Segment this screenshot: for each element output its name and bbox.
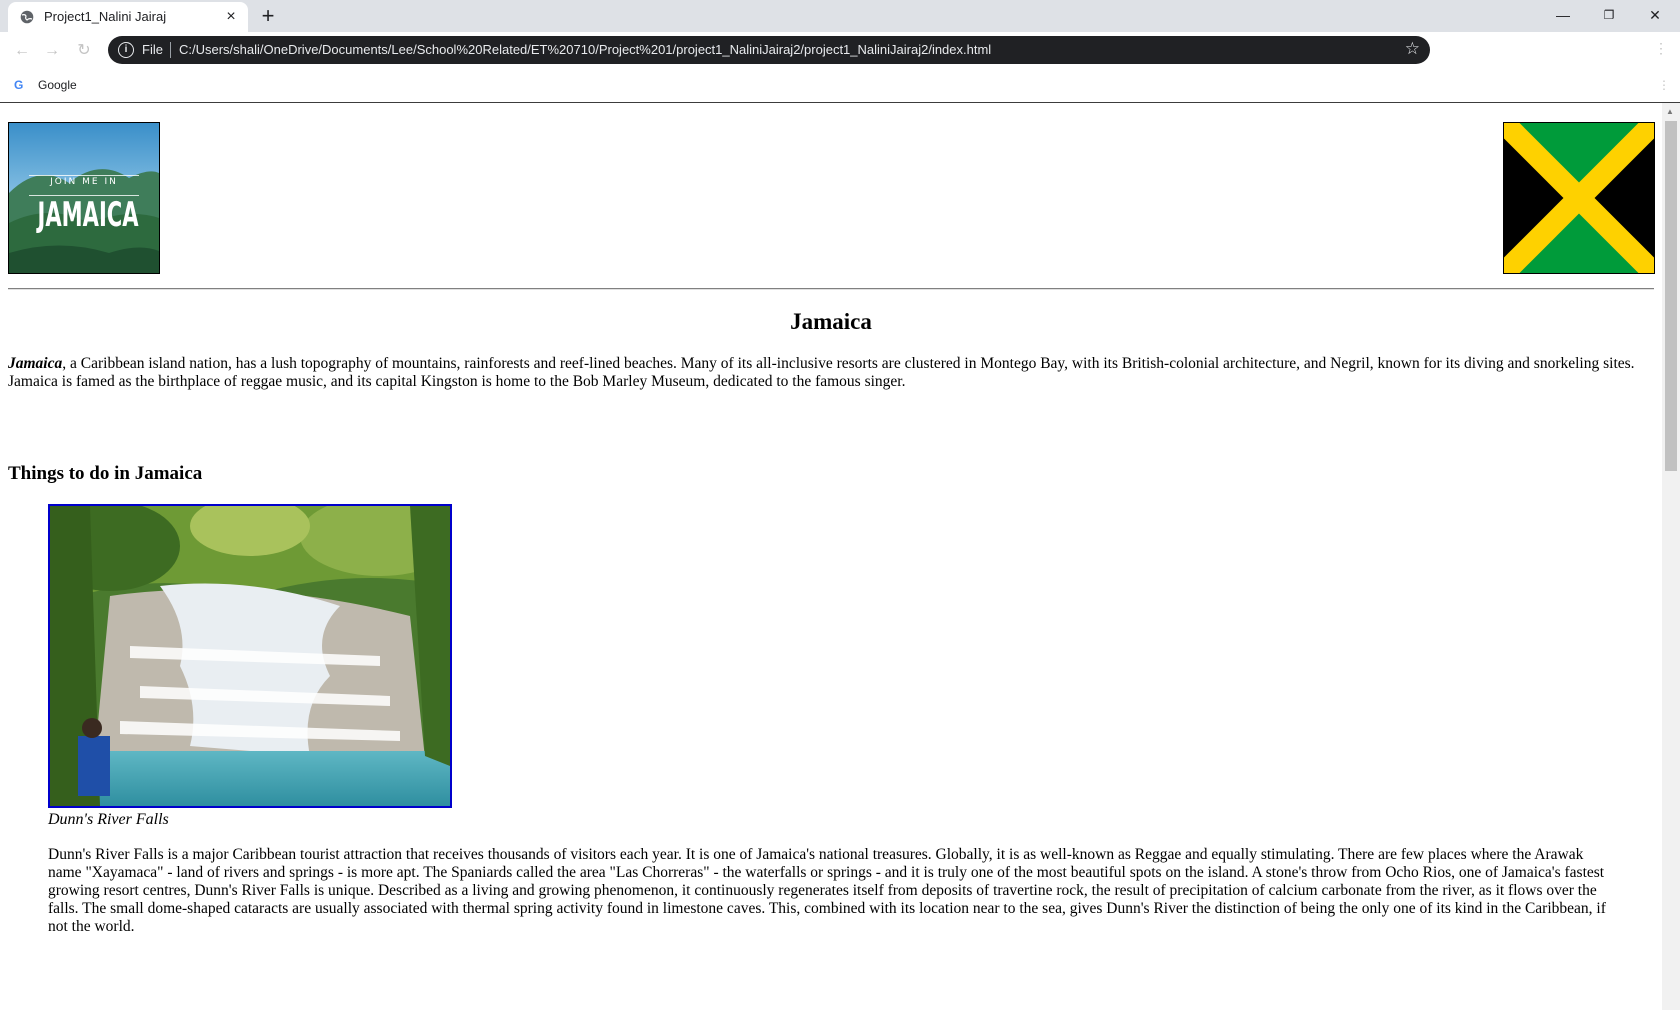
intro-lead: Jamaica <box>8 355 63 372</box>
photo-description: Dunn's River Falls is a major Caribbean … <box>48 846 1606 935</box>
browser-toolbar: ← → ↻ i File C:/Users/shali/OneDrive/Doc… <box>0 32 1680 70</box>
bookmark-label: Google <box>38 78 77 92</box>
scrollbar-thumb[interactable] <box>1665 121 1677 471</box>
minimize-button[interactable]: — <box>1540 0 1586 30</box>
bookmarks-overflow-icon[interactable]: ⋮ <box>1658 78 1670 92</box>
photo-caption: Dunn's River Falls <box>48 811 169 828</box>
menu-dots-icon[interactable]: ⋮ <box>1654 40 1668 57</box>
logo-line2: JAMAICA <box>37 195 139 235</box>
bookmark-star-icon[interactable]: ☆ <box>1405 39 1420 59</box>
horizontal-rule <box>8 288 1654 290</box>
reload-icon[interactable]: ↻ <box>74 41 94 61</box>
bookmarks-bar: G Google ⋮ <box>0 70 1680 103</box>
tab-title: Project1_Nalini Jairaj <box>44 9 167 24</box>
intro-text: , a Caribbean island nation, has a lush … <box>8 355 1635 390</box>
close-window-button[interactable]: ✕ <box>1632 0 1678 30</box>
logo-line1: JOIN ME IN <box>50 177 118 187</box>
omnibox-divider <box>170 42 171 58</box>
forward-arrow-icon[interactable]: → <box>42 41 62 61</box>
intro-paragraph: Jamaica, a Caribbean island nation, has … <box>8 355 1654 391</box>
flag-graphic <box>1504 123 1654 273</box>
google-icon: G <box>14 78 24 92</box>
jamaica-flag-image <box>1503 122 1655 274</box>
scroll-up-icon[interactable]: ▲ <box>1666 107 1674 116</box>
page-content: JOIN ME IN JAMAICA Jamaica Jamaica, a Ca… <box>0 103 1662 1010</box>
restore-button[interactable]: ❐ <box>1586 0 1632 30</box>
address-bar[interactable]: i File C:/Users/shali/OneDrive/Documents… <box>108 36 1430 64</box>
info-icon[interactable]: i <box>118 42 134 58</box>
things-to-do-heading: Things to do in Jamaica <box>8 463 203 484</box>
dunns-river-falls-image <box>48 504 452 808</box>
back-arrow-icon[interactable]: ← <box>12 41 32 61</box>
scheme-label: File <box>142 42 163 57</box>
waterfall-graphic <box>50 506 450 806</box>
page-title: Jamaica <box>790 309 872 334</box>
tab-close-icon[interactable]: × <box>222 8 240 26</box>
browser-tab[interactable]: Project1_Nalini Jairaj × <box>8 2 248 32</box>
join-me-logo-image: JOIN ME IN JAMAICA <box>8 122 160 274</box>
globe-icon <box>20 10 34 24</box>
url-text[interactable]: C:/Users/shali/OneDrive/Documents/Lee/Sc… <box>179 42 991 57</box>
tab-strip: Project1_Nalini Jairaj × + — ❐ ✕ <box>0 0 1680 32</box>
new-tab-button[interactable]: + <box>254 4 282 30</box>
vertical-scrollbar[interactable]: ▲ <box>1662 103 1680 1010</box>
